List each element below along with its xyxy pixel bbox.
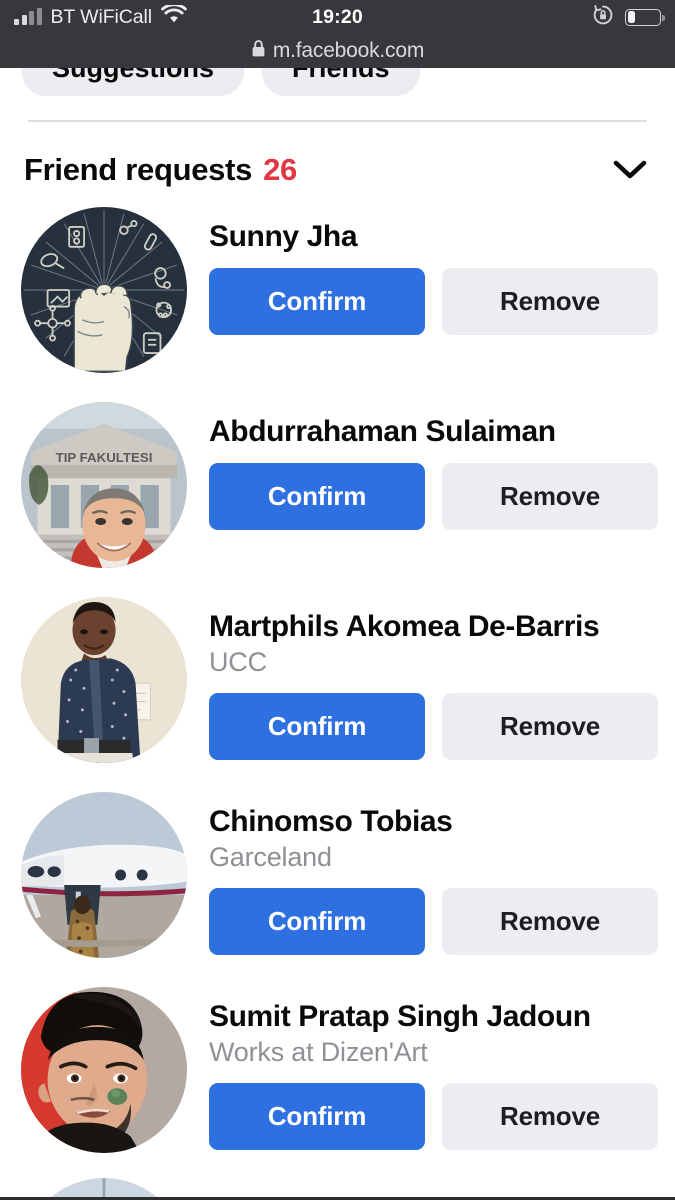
confirm-button[interactable]: Confirm [209,268,425,336]
tab-friends[interactable]: Friends [262,68,420,97]
url-text: m.facebook.com [272,39,425,62]
confirm-button[interactable]: Confirm [209,1083,425,1151]
person-name: Sumit Pratap Singh Jadoun [209,1000,591,1033]
row-body: Sunny Jha Confirm Remove [187,203,675,336]
tab-suggestions[interactable]: Suggestions [22,68,245,97]
confirm-button[interactable]: Confirm [209,888,425,956]
remove-button[interactable]: Remove [442,693,658,761]
row-body: Martphils Akomea De-Barris UCC Confirm R… [187,593,675,761]
remove-button[interactable]: Remove [442,888,658,956]
row-actions: Confirm Remove [209,463,675,531]
row-body: Abdurrahaman Sulaiman Confirm Remove [187,398,675,531]
person-name: Chinomso Tobias [209,805,453,838]
table-row[interactable]: Chinomso Tobias Garceland Confirm Remove [0,788,675,983]
browser-chrome: BT WiFiCall 19:20 m.facebook.com [0,0,675,68]
friend-requests-header: Friend requests 26 [24,143,651,197]
person-name: Martphils Akomea De-Barris [209,610,600,643]
row-body: Chinomso Tobias Garceland Confirm Remove [187,788,675,956]
avatar[interactable] [21,792,187,958]
person-subtitle: Garceland [209,842,332,873]
lock-icon [251,39,266,63]
row-actions: Confirm Remove [209,1083,675,1151]
row-actions: Confirm Remove [209,693,675,761]
table-row[interactable]: Martphils Akomea De-Barris UCC Confirm R… [0,593,675,788]
svg-text:TIP FAKULTESI: TIP FAKULTESI [56,450,153,465]
friend-requests-list: Sunny Jha Confirm Remove TIP FAKULTESI A… [0,203,675,1200]
section-divider [28,120,647,122]
avatar[interactable] [21,597,187,763]
battery-icon [625,8,665,26]
table-row[interactable]: TIP FAKULTESI Abdurrahaman Sulaiman Conf… [0,398,675,593]
page-content: Suggestions Friends Friend requests 26 S… [0,68,675,1200]
remove-button[interactable]: Remove [442,1083,658,1151]
url-bar[interactable]: m.facebook.com [0,34,675,68]
person-subtitle: UCC [209,647,267,678]
rotation-lock-icon [592,4,614,31]
row-actions: Confirm Remove [209,888,675,956]
table-row[interactable]: Sunny Jha Confirm Remove [0,203,675,398]
filter-tabs: Suggestions Friends [0,68,675,97]
person-subtitle: Works at Dizen'Art [209,1037,428,1068]
confirm-button[interactable]: Confirm [209,693,425,761]
confirm-button[interactable]: Confirm [209,463,425,531]
avatar[interactable]: TIP FAKULTESI [21,402,187,568]
status-bar-clock: 19:20 [312,5,363,28]
request-count-badge: 26 [263,152,297,187]
avatar[interactable] [21,207,187,373]
person-name: Abdurrahaman Sulaiman [209,415,556,448]
status-bar: BT WiFiCall 19:20 [0,0,675,34]
avatar[interactable] [21,987,187,1153]
row-body: Sumit Pratap Singh Jadoun Works at Dizen… [187,983,675,1151]
chevron-down-icon[interactable] [609,149,651,191]
table-row[interactable]: Sumit Pratap Singh Jadoun Works at Dizen… [0,983,675,1178]
row-actions: Confirm Remove [209,268,675,336]
page-title: Friend requests [24,152,253,187]
remove-button[interactable]: Remove [442,268,658,336]
status-bar-right [592,4,665,31]
person-name: Sunny Jha [209,220,358,253]
remove-button[interactable]: Remove [442,463,658,531]
